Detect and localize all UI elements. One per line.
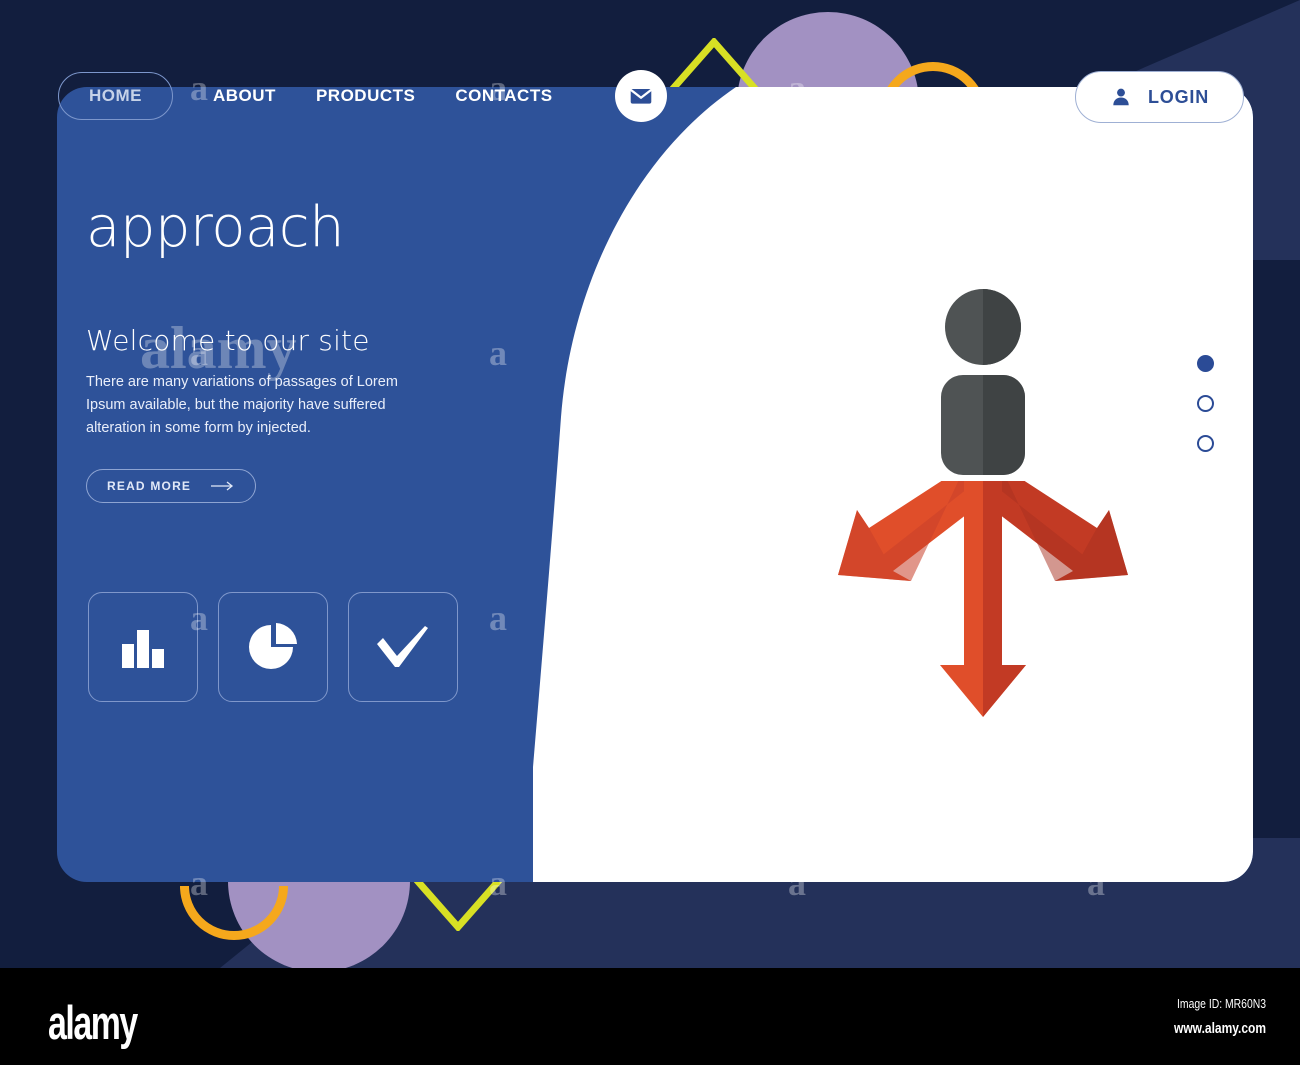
mail-button[interactable]	[614, 70, 667, 122]
read-more-label: READ MORE	[107, 478, 192, 493]
main-navigation: HOME ABOUT PRODUCTS CONTACTS	[58, 70, 667, 122]
alamy-url-label: www.alamy.com	[1173, 1020, 1266, 1037]
pie-chart-icon	[249, 623, 297, 669]
arrow-right-icon	[211, 481, 234, 491]
alamy-footer	[0, 968, 1300, 1065]
hero-stage: HOME ABOUT PRODUCTS CONTACTS LOGIN appro…	[0, 0, 1300, 968]
nav-item-contacts[interactable]: CONTACTS	[455, 86, 552, 106]
feature-tile-checkmark[interactable]	[348, 592, 458, 702]
hero-body-text: There are many variations of passages of…	[86, 374, 398, 437]
nav-item-about[interactable]: ABOUT	[213, 86, 276, 106]
pagination-dot-2[interactable]	[1197, 395, 1214, 412]
pagination-dot-3[interactable]	[1197, 435, 1214, 452]
feature-tile-bar-chart[interactable]	[88, 592, 198, 702]
pagination-dots	[1197, 355, 1214, 452]
envelope-icon	[629, 88, 652, 104]
person-icon	[941, 289, 1025, 475]
nav-item-products[interactable]: PRODUCTS	[316, 86, 415, 106]
hero-text-block: approach Welcome to our site There are m…	[86, 200, 506, 503]
nav-item-home[interactable]: HOME	[58, 72, 173, 120]
read-more-button[interactable]: READ MORE	[86, 468, 257, 503]
bar-chart-icon	[122, 630, 164, 668]
page-title: approach	[86, 195, 345, 260]
user-icon	[1113, 88, 1129, 106]
hero-subtitle: Welcome to our site	[86, 324, 370, 357]
approach-illustration	[838, 289, 1128, 717]
image-id-label: Image ID: MR60N3	[1176, 996, 1266, 1011]
pagination-dot-1[interactable]	[1197, 355, 1214, 372]
alamy-logo: alamy	[48, 996, 138, 1049]
feature-tiles	[88, 592, 458, 702]
feature-tile-pie-chart[interactable]	[218, 592, 328, 702]
login-label: LOGIN	[1148, 86, 1209, 107]
footer-meta: Image ID: MR60N3 www.alamy.com	[1151, 996, 1266, 1037]
login-button[interactable]: LOGIN	[1075, 71, 1244, 123]
checkmark-icon	[377, 626, 428, 667]
